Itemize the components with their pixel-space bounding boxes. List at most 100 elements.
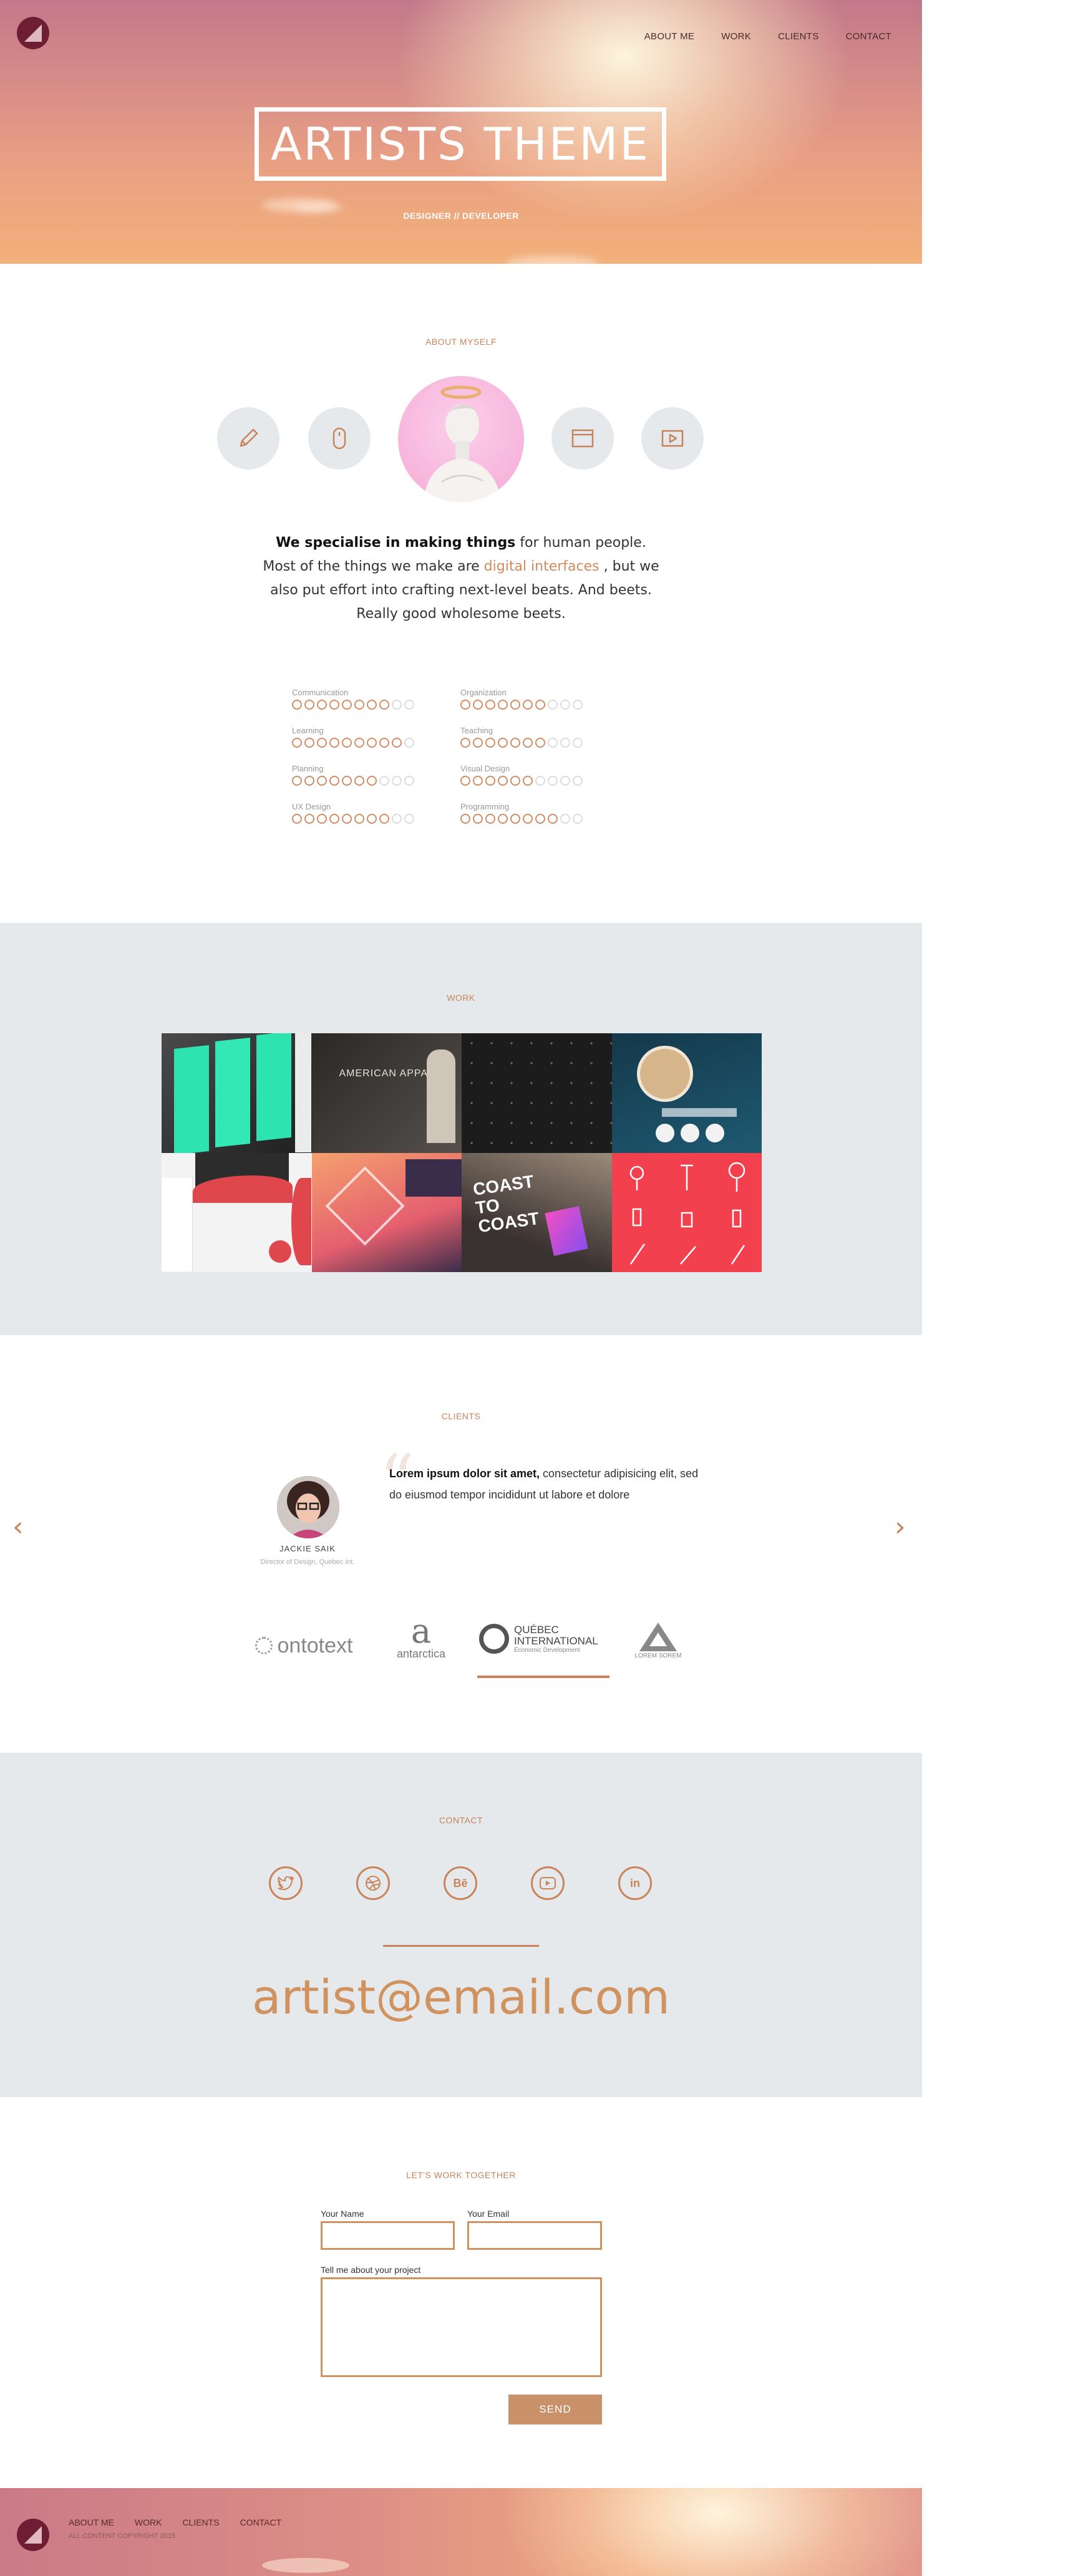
footer-copyright: ALL CONTENT COPYRIGHT 2015 <box>69 2532 175 2540</box>
skill-rating-dot <box>404 776 414 786</box>
contact-divider <box>383 1945 539 1947</box>
nav-contact[interactable]: CONTACT <box>846 31 891 42</box>
skill-rating-dot <box>379 700 389 710</box>
skill-name: Visual Design <box>460 764 510 773</box>
skill-rating-dot <box>523 814 533 824</box>
client-logo-text: LOREM SOREM <box>634 1652 682 1659</box>
contact-section-label: CONTACT <box>439 1815 483 1825</box>
portfolio-tile-mobile-app[interactable] <box>162 1033 312 1153</box>
page: ABOUT ME WORK CLIENTS CONTACT ARTISTS TH… <box>0 0 922 2576</box>
skill-rating-dot <box>548 814 558 824</box>
clients-section: CLIENTS <box>0 1335 922 1753</box>
client-logo-quebec-international[interactable]: QUÉBEC INTERNATIONAL Économic Developmen… <box>477 1614 609 1664</box>
skill-rating <box>292 738 460 748</box>
skill-rating-dot <box>535 700 545 710</box>
skill-item: Planning <box>292 764 460 786</box>
carousel-next-arrow-icon[interactable]: › <box>895 1511 906 1543</box>
carousel-prev-arrow-icon[interactable]: ‹ <box>12 1511 24 1543</box>
skill-rating-dot <box>317 738 327 748</box>
footer-logo[interactable] <box>17 2519 49 2551</box>
portfolio-tile-profile-app[interactable] <box>611 1033 762 1153</box>
skill-rating-dot <box>560 776 570 786</box>
skill-rating <box>460 814 629 824</box>
client-logo-antarctica[interactable]: a antarctica <box>387 1611 455 1664</box>
nav-work[interactable]: WORK <box>721 31 751 42</box>
client-logo-lorem-sorem[interactable]: LOREM SOREM <box>630 1614 686 1666</box>
about-text-highlight: digital interfaces <box>483 559 600 574</box>
skill-rating-dot <box>404 814 414 824</box>
project-textarea[interactable] <box>321 2277 602 2377</box>
mouse-icon <box>308 407 371 470</box>
nav-about[interactable]: ABOUT ME <box>644 31 694 42</box>
footer-nav-about[interactable]: ABOUT ME <box>69 2517 114 2527</box>
portfolio-tile-coast-to-coast[interactable]: COAST TO COAST <box>462 1152 612 1272</box>
skill-rating-dot <box>560 738 570 748</box>
skill-rating-dot <box>342 738 352 748</box>
antarctica-logo-icon: a <box>410 1611 432 1651</box>
form-section-label: LET'S WORK TOGETHER <box>406 2170 516 2180</box>
skill-rating-dot <box>342 776 352 786</box>
site-logo[interactable] <box>17 17 49 49</box>
footer: ABOUT ME WORK CLIENTS CONTACT ALL CONTEN… <box>0 2488 922 2576</box>
project-field-label: Tell me about your project <box>321 2265 421 2275</box>
footer-nav-clients[interactable]: CLIENTS <box>182 2517 219 2527</box>
footer-nav: ABOUT ME WORK CLIENTS CONTACT <box>69 2517 281 2527</box>
skill-rating-dot <box>317 814 327 824</box>
portfolio-grid: AMERICAN APPAREL COAST TO COAST <box>162 1033 762 1272</box>
send-button[interactable]: SEND <box>508 2395 602 2424</box>
skill-rating-dot <box>485 814 495 824</box>
skill-name: UX Design <box>292 802 331 811</box>
skill-rating-dot <box>560 814 570 824</box>
skill-rating-dot <box>379 776 389 786</box>
skill-rating-dot <box>573 776 583 786</box>
skill-rating-dot <box>379 738 389 748</box>
hero-subtitle: DESIGNER // DEVELOPER <box>403 211 519 221</box>
skill-rating-dot <box>304 700 314 710</box>
email-field-label: Your Email <box>467 2209 510 2219</box>
skill-rating-dot <box>367 814 377 824</box>
hero-title: ARTISTS THEME <box>255 107 666 181</box>
skill-rating-dot <box>292 700 302 710</box>
skill-rating-dot <box>535 776 545 786</box>
skill-rating-dot <box>573 738 583 748</box>
main-nav: ABOUT ME WORK CLIENTS CONTACT <box>644 31 891 42</box>
linkedin-icon[interactable]: in <box>618 1866 652 1900</box>
skill-rating-dot <box>523 700 533 710</box>
portfolio-tile-icon-pattern[interactable] <box>462 1033 612 1153</box>
youtube-icon[interactable] <box>531 1866 565 1900</box>
skill-name: Communication <box>292 688 349 697</box>
video-play-icon <box>641 407 704 470</box>
dribbble-icon[interactable] <box>356 1866 390 1900</box>
nav-clients[interactable]: CLIENTS <box>778 31 818 42</box>
skill-rating-dot <box>485 700 495 710</box>
skill-rating-dot <box>317 776 327 786</box>
skill-rating-dot <box>317 700 327 710</box>
skill-rating-dot <box>392 776 402 786</box>
portfolio-tile-american-apparel[interactable]: AMERICAN APPAREL <box>311 1033 462 1153</box>
skill-rating-dot <box>498 814 508 824</box>
ontotext-logo-icon <box>255 1637 273 1654</box>
browser-window-icon <box>551 407 614 470</box>
skill-item: Visual Design <box>460 764 629 786</box>
behance-icon[interactable]: Bē <box>444 1866 477 1900</box>
testimonial-quote: Lorem ipsum dolor sit amet, consectetur … <box>389 1463 701 1505</box>
name-input[interactable] <box>321 2221 455 2250</box>
footer-nav-contact[interactable]: CONTACT <box>240 2517 282 2527</box>
contact-email[interactable]: artist@email.com <box>0 1969 922 2025</box>
portfolio-tile-beauty-icons[interactable] <box>611 1152 762 1272</box>
skill-rating-dot <box>473 738 483 748</box>
portfolio-tile-dashboard-ui[interactable] <box>162 1152 312 1272</box>
linkedin-icon-text: in <box>630 1876 640 1889</box>
skill-rating-dot <box>460 738 470 748</box>
profile-statue-avatar <box>398 376 524 502</box>
email-input[interactable] <box>467 2221 602 2250</box>
twitter-icon[interactable] <box>269 1866 303 1900</box>
skill-rating-dot <box>510 814 520 824</box>
about-section-label: ABOUT MYSELF <box>425 337 497 347</box>
skill-rating <box>460 700 629 710</box>
skill-rating-dot <box>354 814 364 824</box>
client-logo-ontotext[interactable]: ontotext <box>245 1630 363 1661</box>
portfolio-tile-map-app[interactable] <box>311 1152 462 1272</box>
footer-nav-work[interactable]: WORK <box>135 2517 162 2527</box>
hero-banner: ABOUT ME WORK CLIENTS CONTACT ARTISTS TH… <box>0 0 922 264</box>
